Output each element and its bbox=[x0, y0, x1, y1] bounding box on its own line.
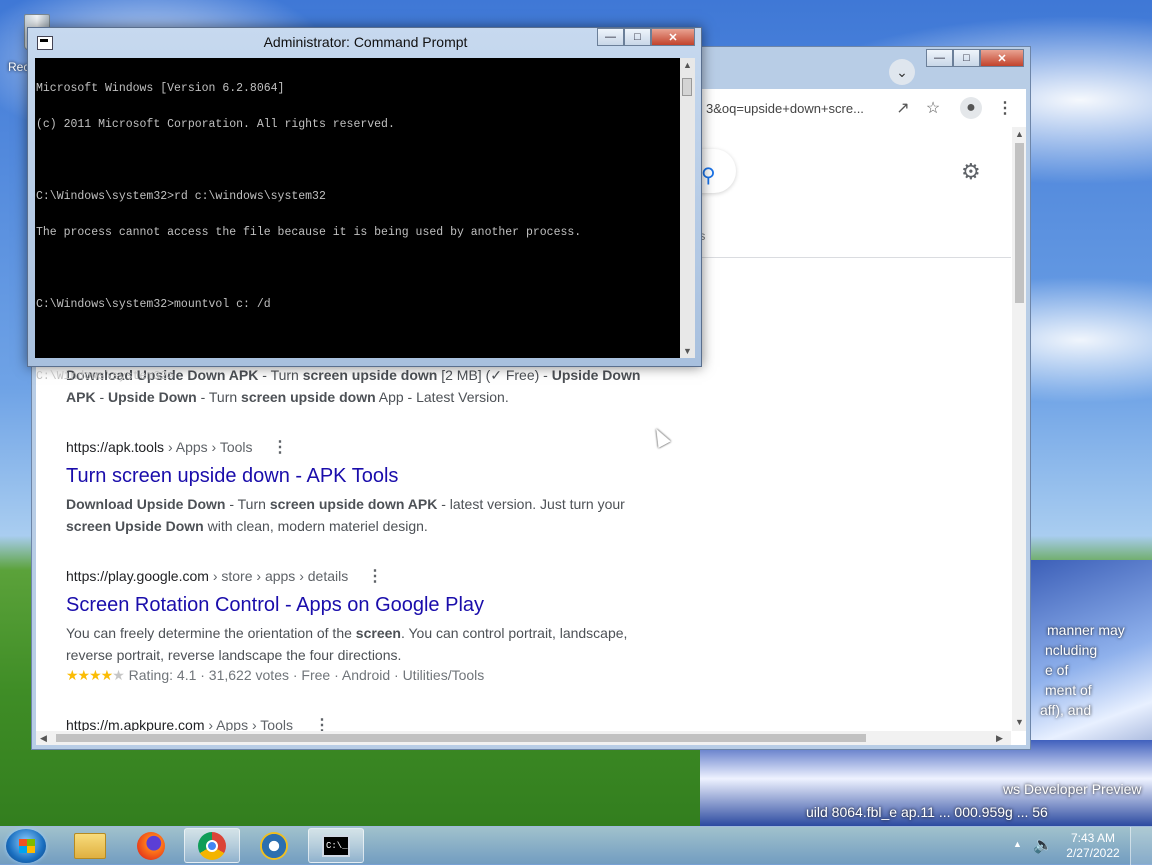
minimize-button[interactable]: — bbox=[926, 49, 953, 67]
result-snippet-google-play: You can freely determine the orientation… bbox=[66, 625, 628, 663]
cmd-line: C:\Windows\system32>rd c:\windows\system… bbox=[36, 190, 326, 203]
cmd-console-area[interactable]: Microsoft Windows [Version 6.2.8064] (c)… bbox=[35, 58, 680, 383]
result-more-options-icon[interactable]: ⋮ bbox=[367, 566, 383, 586]
result-snippet-apk-tools: Download Upside Down - Turn screen upsid… bbox=[66, 496, 625, 534]
keepass-icon bbox=[260, 831, 288, 860]
overlay-text-3: e of bbox=[1045, 662, 1069, 678]
cmd-close-button[interactable]: ✕ bbox=[651, 28, 695, 46]
cmd-line bbox=[36, 335, 581, 347]
cmd-line bbox=[36, 155, 581, 167]
volume-icon[interactable]: 🔈 bbox=[1033, 835, 1053, 855]
result-cite-google-play[interactable]: https://play.google.com › store › apps ›… bbox=[66, 568, 348, 584]
bookmark-star-icon[interactable]: ☆ bbox=[922, 97, 944, 119]
cmd-line: The process cannot access the file becau… bbox=[36, 226, 582, 239]
overlay-text-1: manner may bbox=[1047, 622, 1125, 638]
result-cite-apk-tools[interactable]: https://apk.tools › Apps › Tools bbox=[66, 439, 253, 455]
os-watermark-line-2: uild 8064.fbl_e ap.11 ... 000.959g ... 5… bbox=[806, 804, 1048, 820]
windows-logo-icon bbox=[19, 839, 35, 853]
clock-date: 2/27/2022 bbox=[1066, 846, 1120, 860]
taskbar-clock[interactable]: 7:43 AM 2/27/2022 bbox=[1062, 831, 1124, 861]
result-title-google-play[interactable]: Screen Rotation Control - Apps on Google… bbox=[66, 594, 484, 617]
cmd-line: C:\Windows\system32>mountvol c: /d bbox=[36, 298, 271, 311]
address-bar-url[interactable]: 3&oq=upside+down+scre... bbox=[706, 101, 864, 116]
result-rating-line: ★★★★★ Rating: 4.1 · 31,622 votes · Free … bbox=[66, 667, 484, 684]
cmd-line: Microsoft Windows [Version 6.2.8064] bbox=[36, 82, 285, 95]
cmd-icon: C:\_ bbox=[322, 834, 350, 857]
command-prompt-window: Administrator: Command Prompt — □ ✕ Micr… bbox=[27, 27, 702, 383]
horizontal-scroll-thumb[interactable] bbox=[56, 734, 866, 742]
vertical-scrollbar[interactable]: ▲ ▼ bbox=[1012, 127, 1026, 731]
cmd-vertical-scrollbar[interactable]: ▲ ▼ bbox=[680, 58, 695, 358]
cite-path: › store › apps › details bbox=[208, 568, 349, 584]
taskbar-command-prompt[interactable]: C:\_ bbox=[308, 828, 364, 863]
taskbar-keepass[interactable] bbox=[246, 828, 302, 863]
scroll-right-arrow-icon[interactable]: ▶ bbox=[996, 733, 1003, 744]
overlay-text-4: ment of bbox=[1045, 682, 1092, 698]
rating-star-empty: ★ bbox=[112, 667, 125, 683]
start-button[interactable] bbox=[6, 829, 46, 863]
cmd-prompt-line: C:\Windows\system32> bbox=[36, 370, 175, 383]
overlay-text-2: ncluding bbox=[1045, 642, 1098, 658]
scroll-up-arrow-icon[interactable]: ▲ bbox=[1015, 129, 1024, 139]
taskbar-explorer[interactable] bbox=[62, 828, 118, 863]
search-icon[interactable]: ⚲ bbox=[701, 163, 716, 188]
rating-stars: ★★★★ bbox=[66, 667, 113, 683]
scroll-left-arrow-icon[interactable]: ◀ bbox=[40, 733, 47, 744]
cmd-scroll-up-icon[interactable]: ▲ bbox=[683, 60, 692, 70]
cite-domain: https://play.google.com bbox=[66, 568, 209, 584]
folder-icon bbox=[74, 832, 106, 859]
cmd-output: Microsoft Windows [Version 6.2.8064] (c)… bbox=[36, 59, 581, 407]
cmd-line: (c) 2011 Microsoft Corporation. All righ… bbox=[36, 118, 395, 131]
show-desktop-button[interactable] bbox=[1130, 827, 1152, 865]
cmd-maximize-button[interactable]: □ bbox=[624, 28, 651, 46]
rating-text: Rating: 4.1 · 31,622 votes · Free · Andr… bbox=[124, 667, 485, 683]
taskbar-firefox[interactable] bbox=[123, 828, 179, 863]
vertical-scroll-thumb[interactable] bbox=[1015, 143, 1024, 303]
close-button[interactable]: ✕ bbox=[980, 49, 1024, 67]
cite-domain: https://apk.tools bbox=[66, 439, 165, 455]
share-icon[interactable]: ↗ bbox=[892, 97, 914, 119]
profile-avatar-icon[interactable]: ● bbox=[960, 97, 982, 119]
tray-show-hidden-icon[interactable]: ▲ bbox=[1013, 839, 1022, 849]
cmd-line bbox=[36, 263, 581, 275]
clock-time: 7:43 AM bbox=[1070, 831, 1116, 845]
chrome-icon bbox=[198, 831, 226, 860]
scroll-down-arrow-icon[interactable]: ▼ bbox=[1015, 717, 1024, 727]
cmd-scroll-down-icon[interactable]: ▼ bbox=[683, 346, 692, 356]
firefox-icon bbox=[137, 831, 165, 860]
overlay-text-5: aff), and bbox=[1040, 702, 1092, 718]
result-title-apk-tools[interactable]: Turn screen upside down - APK Tools bbox=[66, 465, 398, 488]
settings-gear-icon[interactable]: ⚙ bbox=[961, 159, 981, 185]
cite-path: › Apps › Tools bbox=[164, 439, 253, 455]
browser-caption-buttons: — □ ✕ bbox=[926, 49, 1024, 67]
taskbar: C:\_ ▲ 🔈 7:43 AM 2/27/2022 bbox=[0, 826, 1152, 865]
cmd-scroll-thumb[interactable] bbox=[682, 78, 692, 96]
horizontal-scrollbar[interactable]: ◀ ▶ bbox=[36, 731, 1011, 745]
tab-search-chevron-down-icon[interactable]: ⌄ bbox=[889, 59, 915, 85]
result-more-options-icon[interactable]: ⋮ bbox=[272, 437, 288, 457]
os-watermark-line-1: ws Developer Preview bbox=[1003, 781, 1142, 797]
cmd-minimize-button[interactable]: — bbox=[597, 28, 624, 46]
maximize-button[interactable]: □ bbox=[953, 49, 980, 67]
menu-kebab-icon[interactable]: ⋮ bbox=[994, 97, 1016, 119]
taskbar-chrome[interactable] bbox=[184, 828, 240, 863]
cmd-caption-buttons: — □ ✕ bbox=[597, 28, 695, 46]
